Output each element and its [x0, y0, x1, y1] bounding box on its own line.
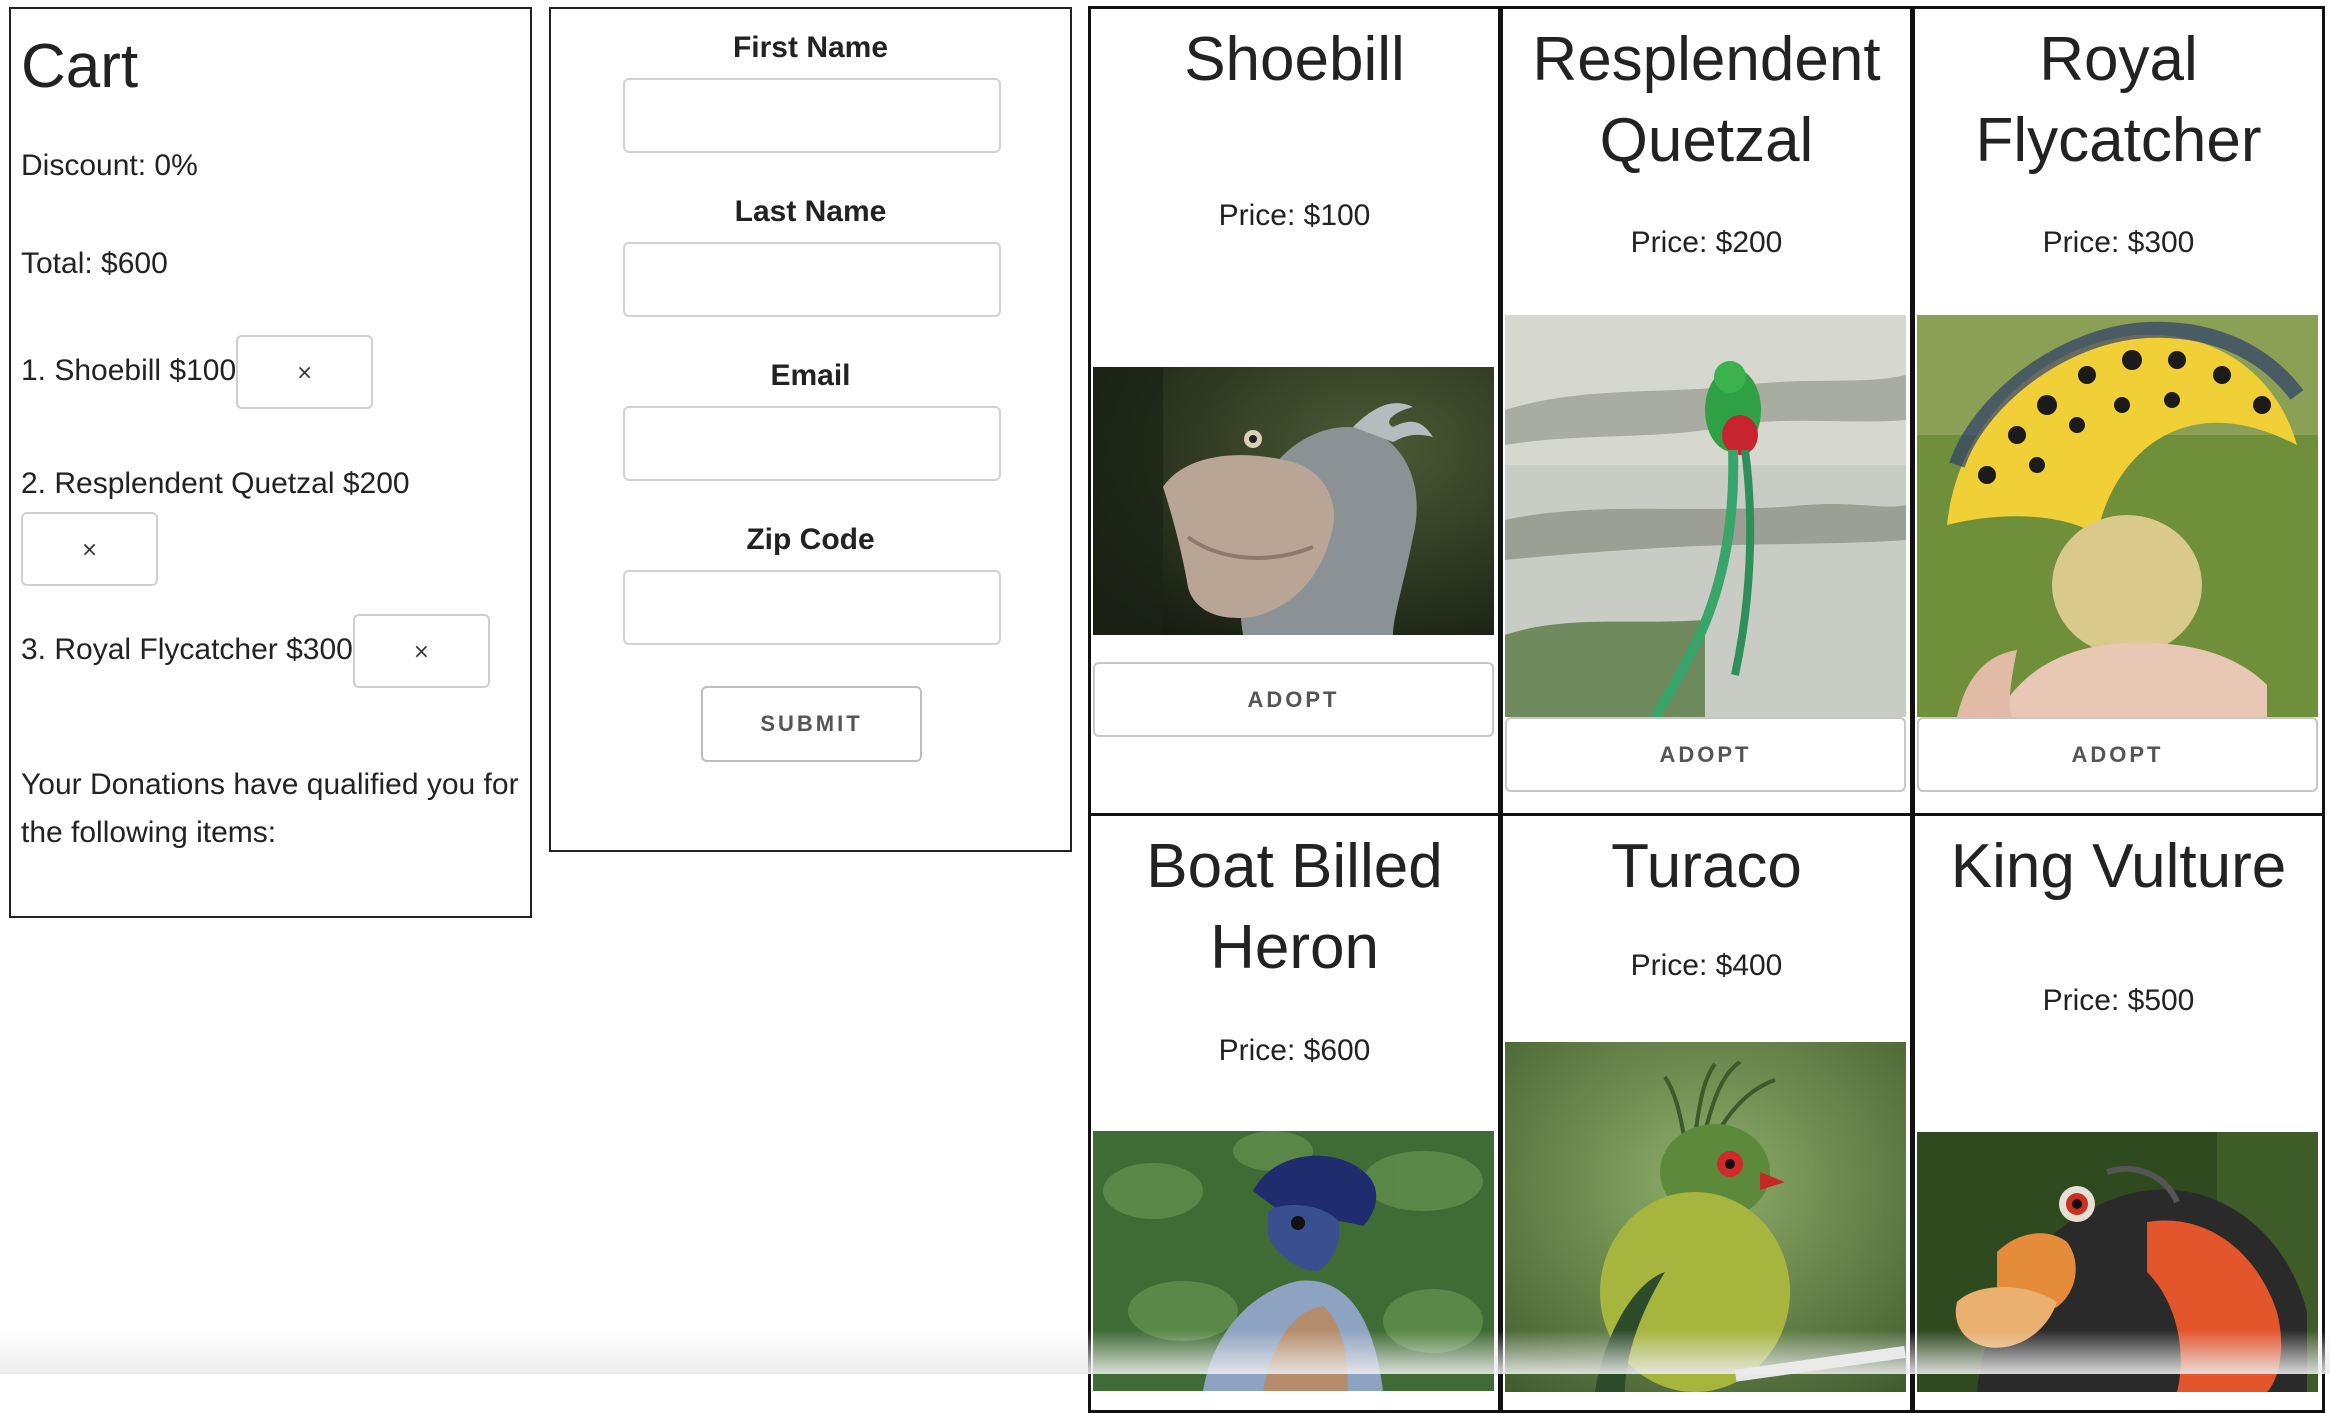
- bird-name: Royal Flycatcher: [1975, 25, 2262, 175]
- email-label: Email: [770, 359, 851, 392]
- remove-item-button[interactable]: ×: [236, 335, 374, 409]
- first-name-input[interactable]: [623, 78, 1001, 153]
- bird-price: Price: $600: [1218, 1034, 1371, 1067]
- adopt-button[interactable]: ADOPT: [1093, 662, 1494, 737]
- email-input[interactable]: [623, 406, 1001, 481]
- cart-item: 3. Royal Flycatcher $300 ×: [21, 614, 490, 688]
- cart-total: Total: $600: [21, 247, 168, 280]
- zip-code-input[interactable]: [623, 570, 1001, 645]
- zip-code-label: Zip Code: [746, 523, 875, 556]
- adoption-form: First Name Last Name Email Zip Code SUBM…: [549, 7, 1072, 852]
- bird-card-shoebill: Shoebill Price: $100 ADOPT: [1088, 6, 1501, 816]
- bird-price: Price: $500: [2042, 984, 2195, 1017]
- cart-title: Cart: [21, 32, 139, 101]
- bird-card-resplendent-quetzal: Resplendent Quetzal Price: $200 ADOPT: [1500, 6, 1913, 816]
- cart-discount: Discount: 0%: [21, 149, 198, 182]
- cart-item-label: 1. Shoebill $100: [21, 353, 237, 387]
- cart-item: 2. Resplendent Quetzal $200 ×: [21, 461, 521, 586]
- first-name-label: First Name: [732, 31, 889, 64]
- bird-card-boat-billed-heron: Boat Billed Heron Price: $600: [1088, 813, 1501, 1413]
- remove-item-button[interactable]: ×: [21, 512, 158, 586]
- cart-item-label: 2. Resplendent Quetzal $200: [21, 467, 410, 500]
- king-vulture-image: [1917, 1132, 2318, 1392]
- cart-item-label: 3. Royal Flycatcher $300: [21, 632, 353, 666]
- bird-name: King Vulture: [1950, 832, 2287, 901]
- bird-price: Price: $400: [1630, 949, 1783, 982]
- qualified-items-text: Your Donations have qualified you for th…: [21, 768, 519, 849]
- royal-flycatcher-image: [1917, 315, 2318, 717]
- submit-button[interactable]: SUBMIT: [701, 686, 922, 762]
- quetzal-image: [1505, 315, 1906, 717]
- adopt-button[interactable]: ADOPT: [1917, 717, 2318, 792]
- turaco-image: [1505, 1042, 1906, 1392]
- remove-item-button[interactable]: ×: [352, 614, 490, 688]
- bird-price: Price: $300: [2042, 226, 2195, 259]
- cart-item: 1. Shoebill $100 ×: [21, 335, 374, 409]
- bird-card-king-vulture: King Vulture Price: $500: [1912, 813, 2325, 1413]
- bird-card-royal-flycatcher: Royal Flycatcher Price: $300 ADOPT: [1912, 6, 2325, 816]
- bird-price: Price: $200: [1630, 226, 1783, 259]
- bird-name: Turaco: [1611, 832, 1802, 901]
- bird-price: Price: $100: [1218, 199, 1371, 232]
- bird-name: Shoebill: [1184, 25, 1405, 94]
- bird-card-turaco: Turaco Price: $400: [1500, 813, 1913, 1413]
- last-name-label: Last Name: [734, 195, 887, 228]
- cart-panel: Cart Discount: 0% Total: $600 1. Shoebil…: [9, 7, 532, 918]
- bird-name: Resplendent Quetzal: [1532, 25, 1881, 175]
- shoebill-image: [1093, 367, 1494, 635]
- bird-name: Boat Billed Heron: [1146, 832, 1443, 982]
- last-name-input[interactable]: [623, 242, 1001, 317]
- adopt-button[interactable]: ADOPT: [1505, 717, 1906, 792]
- boat-billed-heron-image: [1093, 1131, 1494, 1391]
